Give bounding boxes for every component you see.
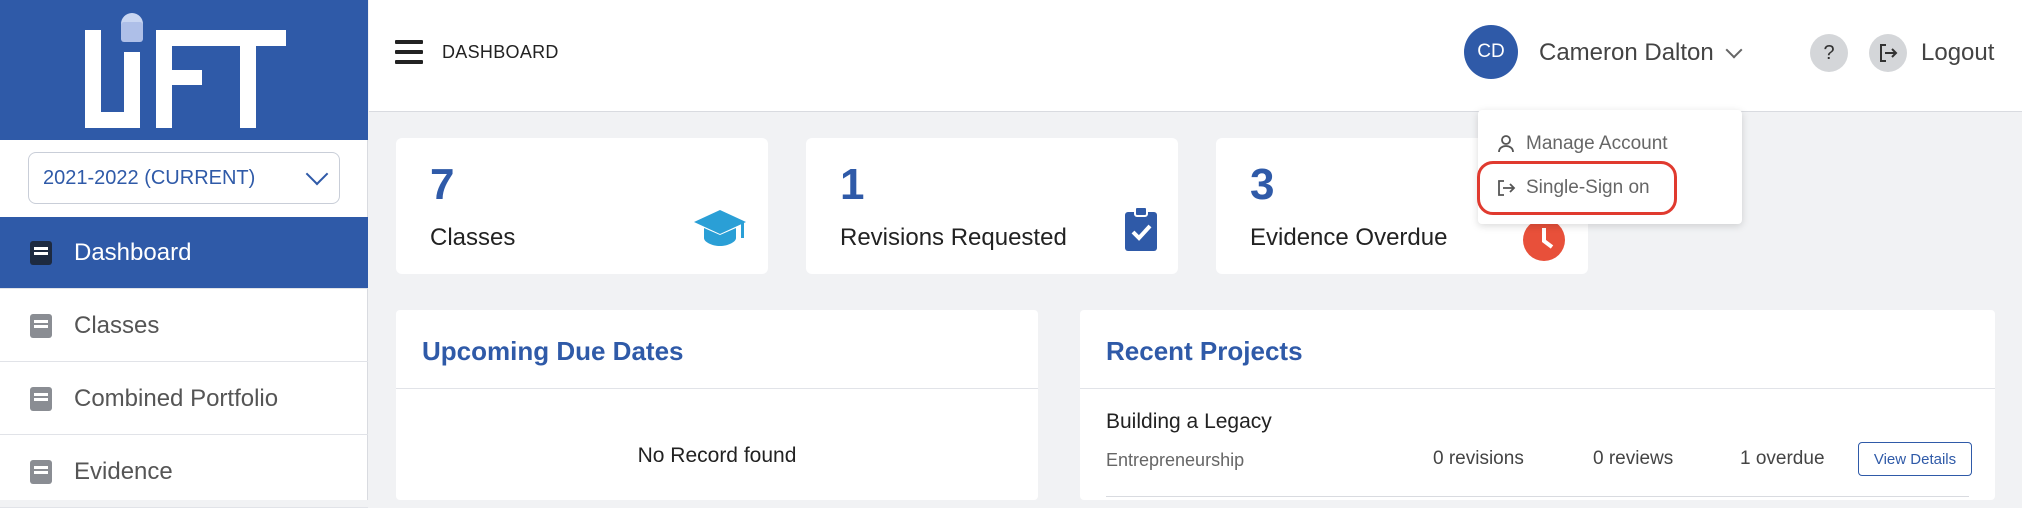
logout-button[interactable]: Logout [1921,39,1994,67]
lift-logo-icon [85,13,286,128]
view-details-button[interactable]: View Details [1858,442,1972,476]
project-revisions-count: 0 revisions [1433,448,1524,469]
empty-state-text: No Record found [637,444,797,467]
stat-value: 7 [430,160,455,209]
person-icon [1498,135,1514,153]
highlight-annotation [1477,161,1677,215]
app-logo[interactable] [0,0,368,140]
sidebar-item-classes[interactable]: Classes [0,290,368,362]
top-bar: DASHBOARD CD Cameron Dalton ? Logout [369,0,2022,112]
school-year-select[interactable]: 2021-2022 (CURRENT) [28,152,340,204]
school-year-value: 2021-2022 (CURRENT) [43,166,256,189]
recent-projects-panel: Recent Projects Building a Legacy Entrep… [1080,310,1995,500]
clipboard-check-icon [1125,206,1157,251]
stat-card-classes[interactable]: 7 Classes [396,138,768,274]
stat-label: Classes [430,224,516,251]
menu-item-label: Manage Account [1526,133,1668,154]
breadcrumb: DASHBOARD [442,42,559,62]
portfolio-icon [30,386,52,411]
sidebar-item-dashboard[interactable]: Dashboard [0,217,368,289]
menu-toggle-icon[interactable] [395,40,423,64]
project-title[interactable]: Building a Legacy [1106,410,1272,434]
stat-value: 1 [840,160,865,209]
sidebar-item-combined-portfolio[interactable]: Combined Portfolio [0,363,368,435]
sidebar: 2021-2022 (CURRENT) Dashboard Classes Co… [0,0,368,508]
stat-label: Evidence Overdue [1250,224,1448,251]
graduation-cap-icon [694,210,746,246]
avatar[interactable]: CD [1464,25,1518,79]
sidebar-item-label: Classes [74,311,160,339]
sidebar-item-label: Combined Portfolio [74,384,279,412]
project-subject: Entrepreneurship [1106,450,1245,470]
help-button[interactable]: ? [1810,34,1848,72]
stat-value: 3 [1250,160,1275,209]
divider [1080,388,1995,389]
upcoming-due-dates-panel: Upcoming Due Dates No Record found [396,310,1038,500]
stat-card-revisions-requested[interactable]: 1 Revisions Requested [806,138,1178,274]
manage-account-menu-item[interactable]: Manage Account [1496,133,1668,155]
chevron-down-icon [305,162,329,186]
sidebar-item-label: Evidence [74,457,173,485]
dashboard-icon [30,240,52,265]
user-name: Cameron Dalton [1539,39,1714,66]
sidebar-item-evidence[interactable]: Evidence [0,436,368,508]
divider [1106,496,1969,497]
divider [396,388,1038,389]
chevron-down-icon [1725,41,1743,59]
panel-title: Recent Projects [1106,336,1303,366]
user-menu-toggle[interactable]: Cameron Dalton [1539,39,1743,67]
logout-icon[interactable] [1869,34,1907,72]
project-overdue-count: 1 overdue [1740,448,1825,469]
evidence-icon [30,459,52,484]
clock-icon [1523,219,1565,261]
project-reviews-count: 0 reviews [1593,448,1674,469]
panel-title: Upcoming Due Dates [422,336,684,366]
stat-label: Revisions Requested [840,224,1067,251]
book-icon [30,313,52,338]
sidebar-item-label: Dashboard [74,238,192,266]
